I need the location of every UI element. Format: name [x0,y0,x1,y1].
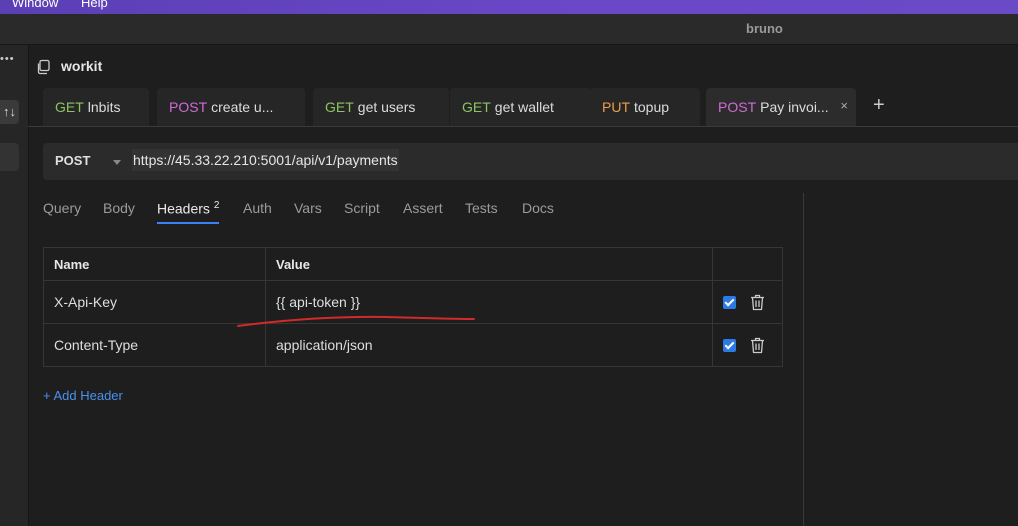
tab-method: PUT [602,99,630,115]
request-tab-bar: GET lnbits POST create u... GET get users G… [28,88,1018,127]
more-icon[interactable]: ••• [0,53,15,65]
tab-method: GET [55,99,84,115]
tab-label: lnbits [87,99,121,115]
headers-table: Name Value X-Api-Key {{ api-token }} Con… [43,247,783,367]
tab-assert[interactable]: Assert [403,200,443,221]
row-actions [712,323,783,367]
tab-label: get wallet [494,99,554,115]
header-name-cell[interactable]: Content-Type [43,323,266,367]
trash-icon[interactable] [750,294,765,311]
url-input[interactable]: https://45.33.22.210:5001/api/v1/payment… [132,149,399,171]
close-icon[interactable]: × [840,98,848,113]
row-actions [712,280,783,324]
tab-body[interactable]: Body [103,200,135,221]
tab-vars[interactable]: Vars [294,200,322,221]
tab-script[interactable]: Script [344,200,380,221]
copy-icon [37,59,50,75]
enable-checkbox[interactable] [723,295,736,309]
tab-auth[interactable]: Auth [243,200,272,221]
tab-docs[interactable]: Docs [522,200,554,221]
tab-headers[interactable]: Headers 2 [157,200,220,224]
add-header-button[interactable]: + Add Header [43,388,123,403]
method-select[interactable]: POST [55,153,90,168]
tab-headers-label: Headers [157,200,210,217]
pane-divider[interactable] [803,193,804,526]
table-header-row: Name Value [43,247,783,281]
tab-get-wallet[interactable]: GET get wallet [450,88,592,126]
tab-lnbits[interactable]: GET lnbits [43,88,149,126]
tab-tests[interactable]: Tests [465,200,498,221]
tab-create-user[interactable]: POST create u... [157,88,305,126]
tab-method: POST [169,99,208,115]
tab-method: GET [462,99,491,115]
tab-label: create u... [211,99,274,115]
header-name-cell[interactable]: X-Api-Key [43,280,266,324]
url-bar: POST https://45.33.22.210:5001/api/v1/pa… [43,143,1018,180]
title-bar: bruno [0,14,1018,45]
menu-bar: Window Help [0,0,1018,14]
column-value-header: Value [265,247,713,281]
enable-checkbox[interactable] [723,338,736,352]
tab-query[interactable]: Query [43,200,81,221]
collection-name: workit [61,58,103,74]
tab-label: get users [357,99,416,115]
sidebar-item[interactable] [0,143,19,171]
tab-get-users[interactable]: GET get users [313,88,449,126]
tab-label: topup [634,99,670,115]
app-title: bruno [746,21,783,36]
tab-pay-invoice[interactable]: POST Pay invoi... × [706,88,856,126]
add-tab-icon[interactable]: + [873,94,885,117]
chevron-down-icon[interactable] [113,160,121,165]
sidebar-strip: ••• ↑↓ [0,45,29,526]
tab-topup[interactable]: PUT topup [590,88,700,126]
headers-count-badge: 2 [213,200,220,211]
menu-help[interactable]: Help [81,0,108,10]
trash-icon[interactable] [750,337,765,354]
column-name-header: Name [43,247,266,281]
tab-method: GET [325,99,354,115]
tab-label: Pay invoi... [760,99,829,115]
annotation-underline [237,315,475,327]
column-actions-header [712,247,783,281]
menu-window[interactable]: Window [12,0,58,10]
sort-icon[interactable]: ↑↓ [0,100,19,124]
tab-method: POST [718,99,757,115]
